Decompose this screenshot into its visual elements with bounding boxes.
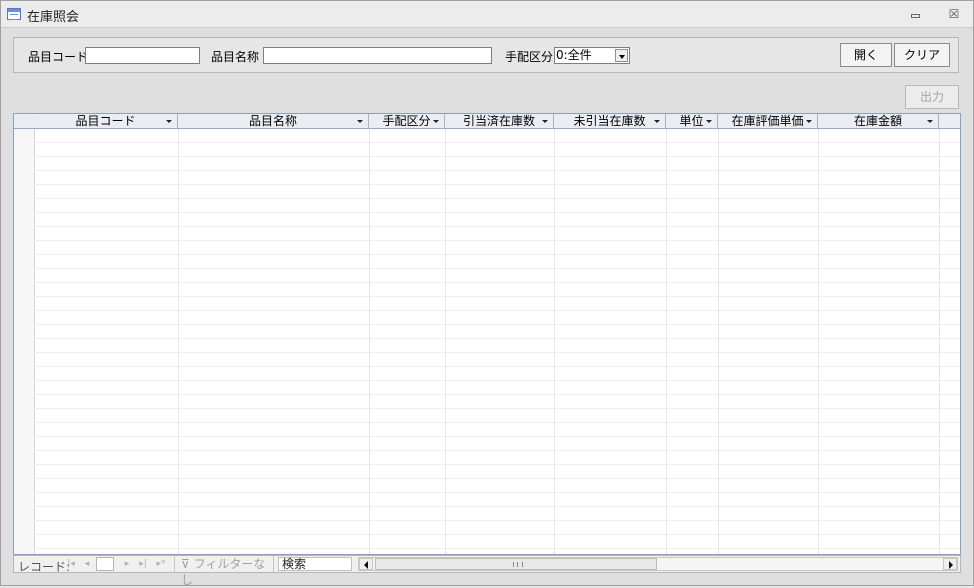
sort-caret-icon[interactable] <box>706 120 712 123</box>
scroll-thumb[interactable] <box>375 558 657 570</box>
column-header-arrangement[interactable]: 手配区分 <box>369 114 445 129</box>
search-input[interactable]: 検索 <box>278 557 352 571</box>
filter-toggle[interactable]: ⊽ フィルターなし <box>174 556 274 587</box>
arrangement-value: 0:全件 <box>556 48 592 62</box>
current-record-input[interactable] <box>96 557 114 571</box>
record-navigation-bar: レコード: |◂ ◂ ▸ ▸| ▸* ⊽ フィルターなし 検索 <box>13 555 961 587</box>
arrangement-label: 手配区分 <box>505 50 554 64</box>
column-header-stock-amount[interactable]: 在庫金額 <box>818 114 939 129</box>
minimize-icon <box>911 14 920 18</box>
item-name-label: 品目名称 <box>211 50 260 64</box>
output-button[interactable]: 出力 <box>905 85 959 109</box>
column-divider <box>554 129 555 554</box>
close-icon: ☒ <box>948 7 960 21</box>
column-divider <box>818 129 819 554</box>
sort-caret-icon[interactable] <box>542 120 548 123</box>
scroll-left-icon[interactable] <box>359 558 373 570</box>
new-record-icon[interactable]: ▸* <box>156 559 166 569</box>
sort-caret-icon[interactable] <box>654 120 660 123</box>
column-header-unit[interactable]: 単位 <box>666 114 718 129</box>
sort-caret-icon[interactable] <box>806 120 812 123</box>
next-record-icon[interactable]: ▸ <box>122 559 132 569</box>
item-code-label: 品目コード <box>28 50 89 64</box>
clear-button[interactable]: クリア <box>894 43 950 67</box>
column-divider <box>445 129 446 554</box>
grid-header: 品目コード 品目名称 手配区分 引当済在庫数 未引当在庫数 単位 在庫評価単価 … <box>34 114 960 129</box>
record-label: レコード: <box>18 560 71 574</box>
column-divider <box>369 129 370 554</box>
first-record-icon[interactable]: |◂ <box>66 559 76 569</box>
select-all-corner[interactable] <box>14 114 34 129</box>
column-header-valuation-price[interactable]: 在庫評価単価 <box>718 114 818 129</box>
form-icon <box>7 8 21 20</box>
sort-caret-icon[interactable] <box>927 120 933 123</box>
previous-record-icon[interactable]: ◂ <box>82 559 92 569</box>
column-header-item-code[interactable]: 品目コード <box>34 114 178 129</box>
search-panel: 品目コード 品目名称 手配区分 0:全件 開く クリア <box>13 37 959 73</box>
record-selector-column[interactable] <box>14 114 35 554</box>
column-divider <box>718 129 719 554</box>
column-divider <box>939 129 940 554</box>
minimize-button[interactable] <box>907 7 925 21</box>
search-label: 検索 <box>282 557 307 571</box>
horizontal-scrollbar[interactable] <box>358 557 958 571</box>
sort-caret-icon[interactable] <box>357 120 363 123</box>
open-button[interactable]: 開く <box>840 43 892 67</box>
arrangement-combo[interactable]: 0:全件 <box>554 47 630 64</box>
last-record-icon[interactable]: ▸| <box>138 559 148 569</box>
column-header-allocated-stock[interactable]: 引当済在庫数 <box>445 114 554 129</box>
chevron-down-icon[interactable] <box>615 49 628 62</box>
item-code-input[interactable] <box>85 47 200 64</box>
item-name-input[interactable] <box>263 47 492 64</box>
sort-caret-icon[interactable] <box>433 120 439 123</box>
grip-icon <box>513 562 523 567</box>
stock-grid[interactable]: 品目コード 品目名称 手配区分 引当済在庫数 未引当在庫数 単位 在庫評価単価 … <box>13 113 961 555</box>
column-divider <box>666 129 667 554</box>
window-title: 在庫照会 <box>27 10 80 25</box>
grid-body[interactable] <box>34 129 960 554</box>
column-header-item-name[interactable]: 品目名称 <box>178 114 369 129</box>
scroll-right-icon[interactable] <box>943 558 957 570</box>
column-header-unallocated-stock[interactable]: 未引当在庫数 <box>554 114 666 129</box>
filter-icon: ⊽ <box>181 557 190 571</box>
column-divider <box>178 129 179 554</box>
form-window: 在庫照会 ☒ 品目コード 品目名称 手配区分 0:全件 開く クリア 出力 品目… <box>0 0 974 587</box>
sort-caret-icon[interactable] <box>166 120 172 123</box>
title-bar: 在庫照会 ☒ <box>1 1 973 28</box>
filter-label: フィルターなし <box>181 557 266 587</box>
close-button[interactable]: ☒ <box>945 7 963 21</box>
